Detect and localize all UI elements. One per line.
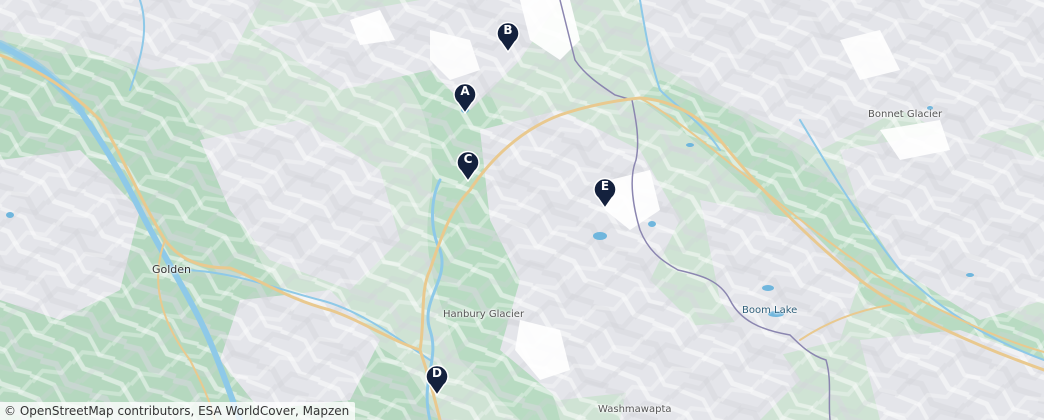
marker-label: E (600, 179, 610, 193)
place-label-golden: Golden (152, 263, 192, 276)
map-marker-d[interactable]: D (422, 360, 452, 396)
map-marker-c[interactable]: C (453, 146, 483, 182)
marker-label: D (432, 366, 442, 380)
place-label-boom-lake: Boom Lake (742, 305, 798, 316)
marker-label: A (460, 84, 470, 98)
terrain-layer (0, 0, 1044, 420)
place-label-hanbury-glacier: Hanbury Glacier (443, 309, 525, 320)
map-view[interactable]: Golden Hanbury Glacier Bonnet Glacier Bo… (0, 0, 1044, 420)
place-label-bonnet-glacier: Bonnet Glacier (868, 109, 943, 120)
marker-label: B (503, 23, 513, 37)
marker-label: C (463, 152, 473, 166)
map-marker-e[interactable]: E (590, 173, 620, 209)
map-marker-b[interactable]: B (493, 17, 523, 53)
map-attribution: © OpenStreetMap contributors, ESA WorldC… (0, 402, 356, 420)
place-label-washmawapta: Washmawapta (598, 404, 672, 415)
map-marker-a[interactable]: A (450, 78, 480, 114)
